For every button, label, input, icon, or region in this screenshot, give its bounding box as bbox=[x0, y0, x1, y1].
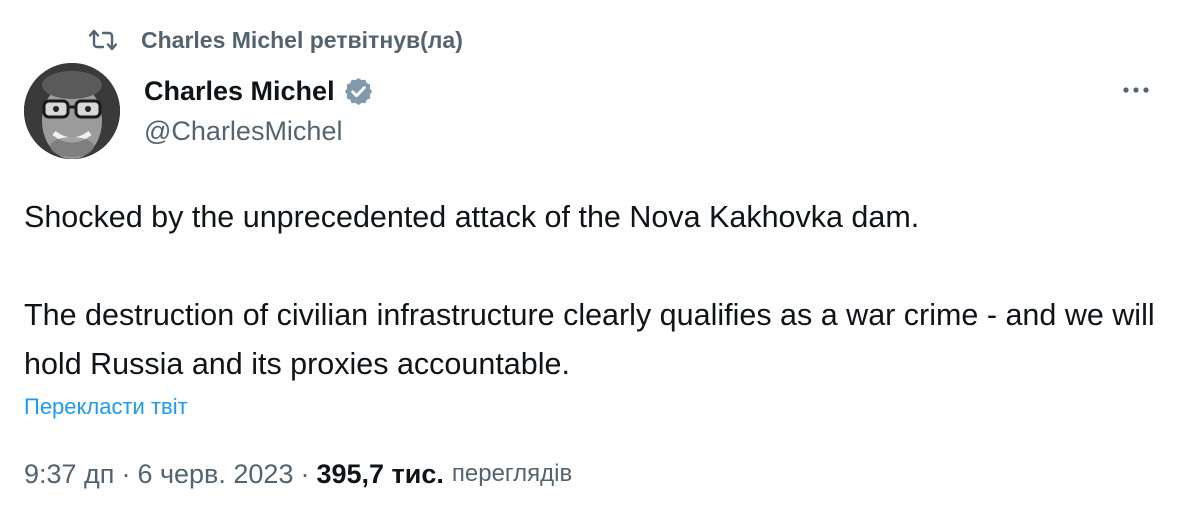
tweet-time[interactable]: 9:37 дп bbox=[24, 459, 114, 490]
views-label: переглядів bbox=[451, 460, 573, 487]
more-dots-icon bbox=[1123, 87, 1149, 93]
views-count[interactable]: 395,7 тис. bbox=[316, 459, 443, 490]
meta-separator: · bbox=[300, 458, 310, 489]
verified-badge-icon bbox=[344, 77, 372, 105]
meta-separator: · bbox=[121, 458, 131, 489]
retweet-label: Charles Michel ретвітнув(ла) bbox=[141, 27, 463, 53]
tweet-date[interactable]: 6 черв. 2023 bbox=[137, 459, 293, 490]
author-name[interactable]: Charles Michel bbox=[144, 76, 335, 107]
avatar[interactable] bbox=[24, 63, 120, 159]
retweet-icon bbox=[87, 24, 119, 56]
translate-tweet-link[interactable]: Перекласти твіт bbox=[24, 391, 188, 423]
retweet-indicator[interactable]: Charles Michel ретвітнув(ла) bbox=[87, 23, 463, 57]
tweet-text: Shocked by the unprecedented attack of t… bbox=[24, 200, 1155, 381]
tweet[interactable]: Charles Michel ретвітнув(ла) Charles Mic… bbox=[0, 0, 1196, 518]
author-handle[interactable]: @CharlesMichel bbox=[144, 111, 342, 151]
tweet-meta: 9:37 дп · 6 черв. 2023 · 395,7 тис. пере… bbox=[24, 454, 572, 494]
more-options-button[interactable] bbox=[1114, 72, 1158, 108]
